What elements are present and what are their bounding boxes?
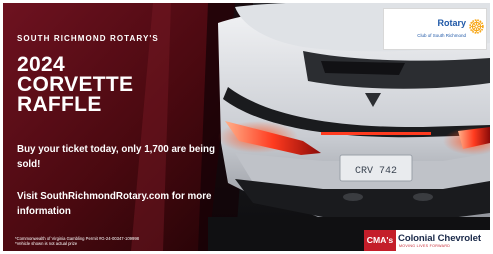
title-raffle: RAFFLE: [17, 93, 102, 116]
rotary-name: Rotary: [437, 18, 466, 28]
visit-website-text: Visit SouthRichmondRotary.com for more i…: [17, 191, 212, 217]
dealer-tagline: MOVING LIVES FORWARD: [399, 244, 451, 248]
title-model: CORVETTE: [17, 73, 134, 96]
ticket-pitch: Buy your ticket today, only 1,700 are be…: [17, 144, 215, 170]
dealer-name: Colonial Chevrolet: [398, 233, 481, 244]
dealer-logo: CMA's Colonial Chevrolet MOVING LIVES FO…: [364, 230, 490, 251]
promo-text-panel: SOUTH RICHMOND ROTARY'S 2024 CORVETTE RA…: [3, 3, 218, 251]
title-year: 2024: [17, 53, 65, 76]
dealer-badge: CMA's: [364, 230, 396, 251]
fine-print: *Commonwealth of Virginia Gambling Permi…: [15, 236, 139, 246]
rotary-subtitle: Club of South Richmond: [417, 33, 466, 38]
raffle-banner: CRV 742 SOUTH RICHMOND ROTARY'S 2024 COR…: [3, 3, 490, 251]
rotary-wheel-icon: [469, 19, 484, 34]
rotary-logo: Rotary Club of South Richmond: [383, 8, 487, 50]
license-plate-text: CRV 742: [355, 166, 397, 177]
raffle-title: 2024 CORVETTE RAFFLE: [17, 53, 134, 116]
organizer-label: SOUTH RICHMOND ROTARY'S: [17, 34, 159, 43]
